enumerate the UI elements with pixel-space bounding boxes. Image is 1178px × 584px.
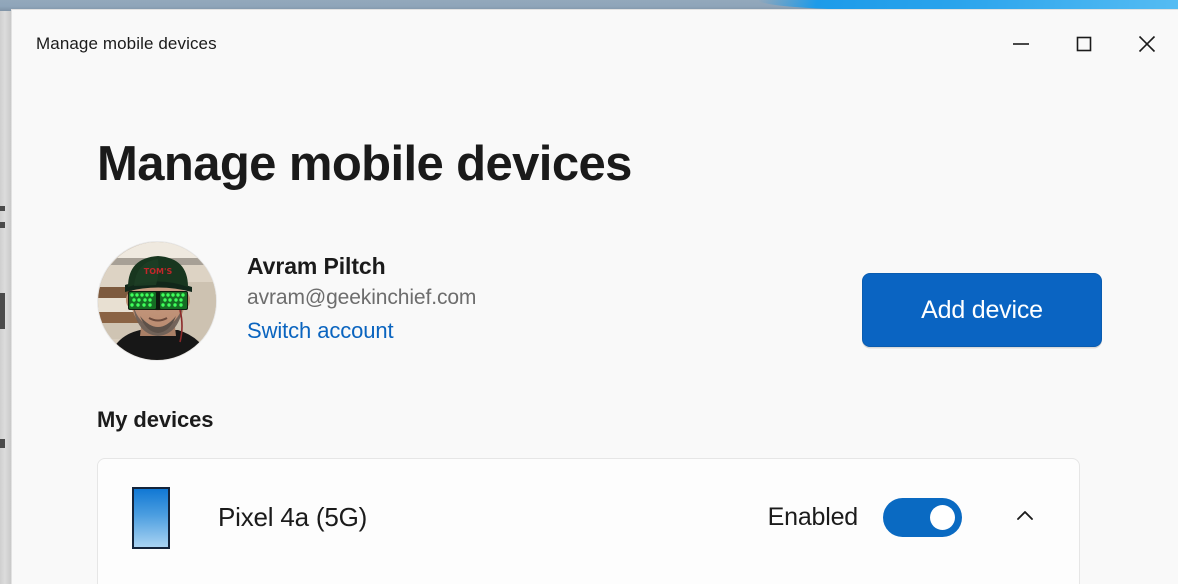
phone-icon [132,486,170,549]
background-window-speck [0,293,5,329]
close-button[interactable] [1115,10,1178,77]
add-device-button[interactable]: Add device [862,273,1102,348]
maximize-icon [1073,33,1095,55]
my-devices-heading: My devices [97,407,214,433]
device-enabled-toggle[interactable] [883,498,962,538]
svg-text:TOM'S: TOM'S [144,267,173,276]
page-title: Manage mobile devices [97,137,632,191]
title-bar[interactable]: Manage mobile devices [12,10,1178,77]
background-window-speck [0,222,5,228]
device-name: Pixel 4a (5G) [218,502,368,533]
close-icon [1135,32,1159,56]
manage-mobile-devices-window: Manage mobile devices Manage mobile devi… [11,9,1178,584]
maximize-button[interactable] [1052,10,1115,77]
account-section: TOM'S Avram Piltch avram@geekinchief.com… [97,241,1102,363]
device-list-item[interactable]: Pixel 4a (5G) Enabled [122,459,1055,576]
avatar-photo: TOM'S [98,242,216,361]
desktop-backdrop: Manage mobile devices Manage mobile devi… [0,0,1178,584]
account-email: avram@geekinchief.com [247,286,477,310]
page-content: Manage mobile devices TOM'S Avram Piltch… [12,137,1178,584]
account-details: Avram Piltch avram@geekinchief.com Switc… [247,241,476,347]
background-window-speck [0,439,5,448]
background-window-edge [0,11,11,584]
toggle-knob [930,505,955,531]
background-window-speck [0,206,5,211]
chevron-up-icon [1012,503,1038,532]
minimize-button[interactable] [989,10,1052,77]
device-status-label: Enabled [767,503,859,532]
device-expand-button[interactable] [1005,498,1045,538]
account-name: Avram Piltch [247,253,386,280]
minimize-icon [1010,33,1032,55]
device-list-card: Pixel 4a (5G) Enabled [97,458,1080,584]
window-caption-buttons [989,10,1178,77]
window-title: Manage mobile devices [36,33,217,53]
avatar: TOM'S [97,241,217,362]
switch-account-link[interactable]: Switch account [247,314,394,347]
